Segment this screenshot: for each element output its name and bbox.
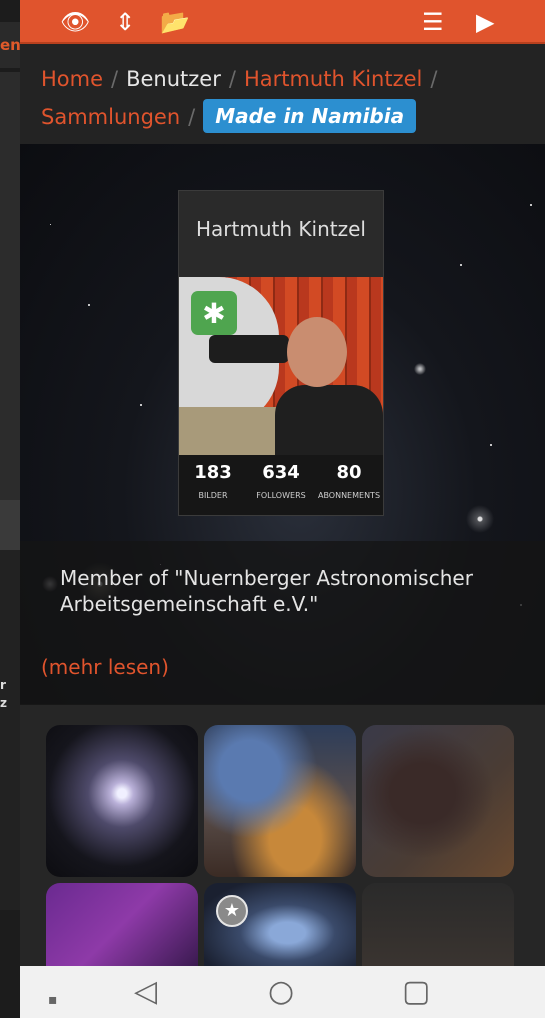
- stat-label: FOLLOWERS: [256, 491, 306, 500]
- breadcrumb-separator: /: [188, 105, 196, 129]
- person-body-shape: [275, 385, 383, 455]
- gallery-thumbnail[interactable]: [362, 883, 514, 966]
- gallery-thumbnail[interactable]: [46, 725, 198, 877]
- profile-name[interactable]: Hartmuth Kintzel: [179, 191, 383, 273]
- profile-avatar[interactable]: ✱: [179, 277, 383, 455]
- gallery-thumbnail[interactable]: [46, 883, 198, 966]
- stat-label: BILDER: [198, 491, 228, 500]
- breadcrumb-collections-link[interactable]: Sammlungen: [41, 105, 180, 129]
- breadcrumb-separator: /: [111, 67, 119, 91]
- android-nav-bar: ▪ ◁ ○ ▢: [20, 966, 545, 1018]
- background-app-text-line: r: [0, 678, 6, 692]
- member-badge-icon: ✱: [191, 291, 237, 335]
- stat-value: 634: [262, 462, 300, 483]
- stat-subscriptions[interactable]: 80 ABONNEMENTS: [315, 455, 383, 503]
- list-icon[interactable]: ☰: [422, 8, 444, 36]
- star-dot: [530, 204, 532, 206]
- breadcrumb-user-link[interactable]: Hartmuth Kintzel: [244, 67, 422, 91]
- star-icon: ★: [216, 895, 248, 927]
- stat-images[interactable]: 183 BILDER: [179, 455, 247, 503]
- breadcrumb-separator: /: [430, 67, 438, 91]
- read-more-link[interactable]: (mehr lesen): [41, 654, 169, 680]
- breadcrumb: Home / Benutzer / Hartmuth Kintzel / Sammlung…: [20, 46, 545, 144]
- telescope-tube-shape: [209, 335, 289, 363]
- star-dot: [50, 224, 51, 225]
- breadcrumb-separator: /: [228, 67, 236, 91]
- breadcrumb-users: Benutzer: [126, 67, 221, 91]
- stat-value: 183: [194, 462, 232, 483]
- gallery-thumbnail[interactable]: ★: [204, 883, 356, 966]
- bio-section: Member of "Nuernberger Astronomischer Ar…: [20, 541, 545, 705]
- background-app-tab-text: en: [0, 36, 21, 54]
- eye-icon[interactable]: 👁: [60, 8, 90, 36]
- star-dot: [140, 404, 142, 406]
- overview-icon[interactable]: ▢: [402, 974, 430, 1010]
- image-gallery: ★: [20, 705, 545, 966]
- gallery-thumbnail[interactable]: [204, 725, 356, 877]
- recent-indicator-icon: ▪: [48, 992, 58, 1008]
- profile-card[interactable]: Hartmuth Kintzel ✱ 183 BILDER 634 FOLLOW…: [178, 190, 384, 516]
- gallery-thumbnail[interactable]: [362, 725, 514, 877]
- top-toolbar: 👁 ⇕ 📂 ☰ ▶: [20, 0, 545, 44]
- bio-text: Member of "Nuernberger Astronomischer Ar…: [60, 566, 473, 616]
- background-app-text-line: z: [0, 696, 7, 710]
- play-icon[interactable]: ▶: [476, 8, 494, 36]
- home-icon[interactable]: ○: [268, 974, 294, 1010]
- stat-value: 80: [336, 462, 362, 483]
- background-app-text: r z: [0, 676, 7, 712]
- profile-stats: 183 BILDER 634 FOLLOWERS 80 ABONNEMENTS: [179, 455, 383, 515]
- stat-followers[interactable]: 634 FOLLOWERS: [247, 455, 315, 503]
- stat-label: ABONNEMENTS: [317, 491, 381, 500]
- app-window: 👁 ⇕ 📂 ☰ ▶ Home / Benutzer / Hartmuth Kintzel…: [20, 0, 545, 966]
- star-dot: [490, 444, 492, 446]
- person-head-shape: [287, 317, 347, 387]
- breadcrumb-current-collection: Made in Namibia: [203, 99, 417, 133]
- folder-open-icon[interactable]: 📂: [160, 8, 190, 36]
- breadcrumb-home-link[interactable]: Home: [41, 67, 103, 91]
- star-dot: [88, 304, 90, 306]
- back-icon[interactable]: ◁: [134, 974, 157, 1010]
- sort-icon[interactable]: ⇕: [115, 8, 135, 36]
- star-dot: [460, 264, 462, 266]
